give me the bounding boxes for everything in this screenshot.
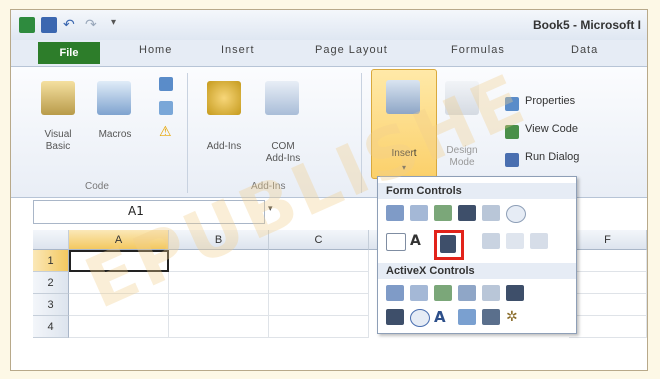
excel-window: ↶ ↷ ▾ Book5 - Microsoft I File Home Inse…	[10, 9, 648, 371]
add-ins-label: Add-Ins	[206, 141, 242, 152]
tab-formulas[interactable]: Formulas	[451, 44, 505, 56]
design-mode-label: Design Mode	[446, 145, 478, 168]
more-controls-icon[interactable]: ✲	[506, 309, 524, 325]
tab-data[interactable]: Data	[571, 44, 598, 56]
tab-page-layout[interactable]: Page Layout	[315, 44, 388, 56]
save-icon[interactable]	[41, 17, 57, 33]
activex-image-icon[interactable]	[458, 309, 476, 325]
activex-toggle-button-icon[interactable]	[482, 309, 500, 325]
insert-controls-dropdown: Form Controls A ActiveX Controls A ✲	[377, 176, 577, 334]
add-ins-group-label: Add-Ins	[251, 181, 286, 192]
spin-button-control-icon[interactable]	[458, 205, 476, 221]
com-add-ins-label: COM Add-Ins	[265, 141, 301, 164]
cell[interactable]	[569, 250, 647, 272]
group-box-control-icon[interactable]	[386, 233, 406, 251]
design-mode-icon[interactable]	[445, 81, 479, 115]
insert-controls-button[interactable]: Insert ▾	[371, 69, 437, 179]
cell[interactable]	[569, 316, 647, 338]
excel-logo-icon	[19, 17, 35, 33]
undo-icon[interactable]: ↶	[63, 17, 79, 33]
view-code-icon[interactable]	[505, 125, 519, 139]
button-control-icon[interactable]	[386, 205, 404, 221]
macros-icon[interactable]	[97, 81, 131, 115]
activex-spin-button-icon[interactable]	[386, 309, 404, 325]
check-box-control-icon[interactable]	[434, 205, 452, 221]
combo-list-control-icon[interactable]	[506, 233, 524, 249]
visual-basic-icon[interactable]	[41, 81, 75, 115]
visual-basic-label: Visual Basic	[44, 129, 72, 152]
activex-check-box-icon[interactable]	[434, 285, 452, 301]
redo-icon[interactable]: ↷	[85, 17, 101, 33]
properties-label[interactable]: Properties	[525, 95, 575, 107]
activex-command-button-icon[interactable]	[386, 285, 404, 301]
cell[interactable]	[269, 294, 369, 316]
run-dialog-label[interactable]: Run Dialog	[525, 151, 579, 163]
activex-label-icon[interactable]: A	[434, 309, 452, 325]
cell[interactable]	[269, 316, 369, 338]
cell[interactable]	[169, 272, 269, 294]
code-group-label: Code	[85, 181, 109, 192]
tab-insert[interactable]: Insert	[221, 44, 255, 56]
chevron-down-icon: ▾	[401, 163, 406, 172]
activex-combo-box-icon[interactable]	[410, 285, 428, 301]
view-code-label[interactable]: View Code	[525, 123, 578, 135]
cell[interactable]	[69, 316, 169, 338]
activex-option-button-icon[interactable]	[410, 309, 430, 327]
select-all-corner[interactable]	[33, 230, 69, 250]
cell[interactable]	[69, 272, 169, 294]
cell[interactable]	[169, 316, 269, 338]
toolbox-icon	[386, 80, 420, 114]
column-header-f[interactable]: F	[569, 230, 647, 250]
text-field-control-icon[interactable]	[482, 233, 500, 249]
column-header-b[interactable]: B	[169, 230, 269, 250]
group-separator	[361, 73, 362, 193]
activex-list-box-icon[interactable]	[458, 285, 476, 301]
list-box-control-icon[interactable]	[482, 205, 500, 221]
column-header-a[interactable]: A	[69, 230, 169, 250]
activex-text-box-icon[interactable]	[482, 285, 500, 301]
ribbon-tabs: File Home Insert Page Layout Formulas Da…	[11, 40, 647, 67]
option-button-control-icon[interactable]	[506, 205, 526, 223]
cell[interactable]	[569, 294, 647, 316]
tab-home[interactable]: Home	[139, 44, 172, 56]
com-add-ins-icon[interactable]	[265, 81, 299, 115]
customize-qat-icon[interactable]: ▾	[111, 17, 127, 33]
label-control-icon[interactable]: A	[410, 233, 428, 249]
properties-icon[interactable]	[505, 97, 519, 111]
activex-scroll-bar-icon[interactable]	[506, 285, 524, 301]
cell[interactable]	[169, 250, 269, 272]
add-ins-icon[interactable]	[207, 81, 241, 115]
insert-label: Insert	[391, 148, 417, 159]
group-separator	[187, 73, 188, 193]
combo-dropdown-control-icon[interactable]	[530, 233, 548, 249]
cell[interactable]	[269, 250, 369, 272]
row-header-2[interactable]: 2	[33, 272, 69, 294]
cell[interactable]	[269, 272, 369, 294]
row-header-1[interactable]: 1	[33, 250, 69, 272]
form-controls-header: Form Controls	[378, 183, 576, 199]
name-box[interactable]: A1 ▾	[33, 200, 273, 224]
activex-controls-header: ActiveX Controls	[378, 263, 576, 279]
column-header-c[interactable]: C	[269, 230, 369, 250]
run-dialog-icon[interactable]	[505, 153, 519, 167]
name-box-value: A1	[128, 204, 144, 218]
highlight-box	[434, 230, 464, 260]
title-bar: ↶ ↷ ▾ Book5 - Microsoft I	[11, 10, 647, 40]
chevron-down-icon[interactable]: ▾	[268, 204, 273, 214]
row-header-3[interactable]: 3	[33, 294, 69, 316]
tab-file[interactable]: File	[38, 42, 100, 64]
macros-label: Macros	[98, 129, 132, 140]
record-macro-icon[interactable]	[159, 77, 173, 91]
row-header-4[interactable]: 4	[33, 316, 69, 338]
cell[interactable]	[569, 272, 647, 294]
macro-security-icon[interactable]: ⚠	[159, 125, 173, 139]
window-title: Book5 - Microsoft I	[532, 18, 641, 32]
cell[interactable]	[69, 294, 169, 316]
relative-references-icon[interactable]	[159, 101, 173, 115]
combo-box-control-icon[interactable]	[410, 205, 428, 221]
cell[interactable]	[169, 294, 269, 316]
cell-a1-active[interactable]	[69, 250, 169, 272]
